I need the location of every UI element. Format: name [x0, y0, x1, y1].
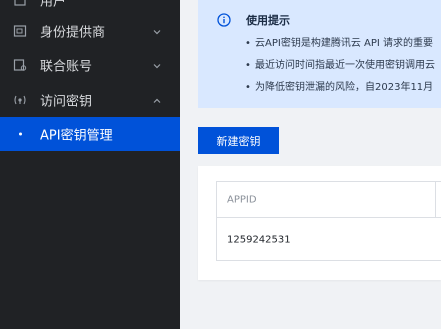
sidebar-item-api-key-management[interactable]: API密钥管理	[0, 117, 180, 151]
user-icon	[12, 0, 28, 8]
table-row: 1259242531 S	[217, 218, 441, 262]
notice-title: 使用提示	[246, 14, 290, 27]
sidebar-item-federated-account[interactable]: 联合账号	[0, 48, 180, 82]
table-header: APPID 密	[217, 182, 441, 218]
notice-line: • 最近访问时间指最近一次使用密钥调用云	[245, 60, 435, 71]
sidebar-item-label: API密钥管理	[40, 128, 113, 144]
sidebar-item-label: 用户	[40, 0, 67, 10]
usage-tips-notice: 使用提示 • 云API密钥是构建腾讯云 API 请求的重要 • 最近访问时间指最近一…	[198, 0, 441, 108]
keys-table-card: APPID 密 1259242531 S	[198, 166, 441, 280]
column-header-appid: APPID	[227, 194, 257, 205]
federated-account-icon	[12, 57, 28, 73]
access-key-icon	[12, 92, 28, 108]
chevron-down-icon	[152, 26, 162, 36]
main-content: 使用提示 • 云API密钥是构建腾讯云 API 请求的重要 • 最近访问时间指最近一…	[180, 0, 441, 329]
chevron-down-icon	[152, 60, 162, 70]
sidebar-item-access-key[interactable]: 访问密钥	[0, 83, 180, 117]
column-divider	[435, 182, 436, 218]
sidebar-item-label: 联合账号	[40, 59, 93, 75]
active-dot-icon	[19, 132, 22, 136]
appid-cell: 1259242531	[227, 234, 291, 246]
sidebar: 用户 身份提供商 联合账号 访问密钥 API密钥管理	[0, 0, 180, 329]
info-icon	[217, 12, 231, 27]
identity-provider-icon	[12, 23, 28, 39]
chevron-up-icon	[152, 95, 162, 105]
keys-table: APPID 密 1259242531 S	[216, 181, 441, 261]
new-key-button[interactable]: 新建密钥	[198, 127, 279, 154]
notice-line: • 云API密钥是构建腾讯云 API 请求的重要	[245, 38, 433, 49]
sidebar-item-identity-provider[interactable]: 身份提供商	[0, 14, 180, 48]
sidebar-item-label: 访问密钥	[40, 94, 93, 110]
notice-line: • 为降低密钥泄漏的风险，自2023年11月	[245, 82, 434, 93]
sidebar-item-label: 身份提供商	[40, 25, 106, 41]
